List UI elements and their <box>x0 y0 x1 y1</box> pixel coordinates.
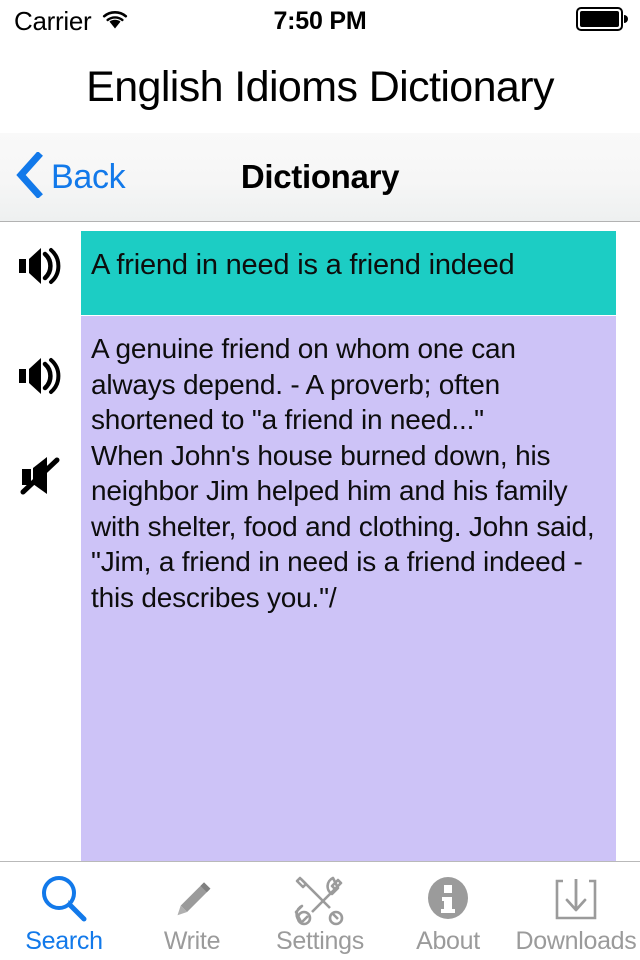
tab-settings[interactable]: Settings <box>256 862 384 960</box>
speak-definition-button[interactable] <box>11 350 73 406</box>
tab-settings-label: Settings <box>276 927 364 955</box>
mute-button[interactable] <box>11 450 73 506</box>
navigation-bar: Back Dictionary <box>0 133 640 222</box>
dictionary-entry: A friend in need is a friend indeed A ge… <box>0 222 640 960</box>
tab-about-label: About <box>416 927 480 955</box>
page-title: Dictionary <box>240 158 400 195</box>
idiom-headword: A friend in need is a friend indeed <box>91 249 515 281</box>
info-circle-icon <box>421 871 475 929</box>
tab-about[interactable]: About <box>384 862 512 960</box>
speaker-on-icon <box>17 355 67 402</box>
tab-bar: Search Write Settings About Downloads <box>0 861 640 960</box>
tab-write-label: Write <box>163 927 221 955</box>
pencil-icon <box>165 871 219 929</box>
speaker-on-icon <box>17 245 67 292</box>
speak-idiom-button[interactable] <box>11 240 73 296</box>
status-bar: Carrier 7:50 PM <box>0 0 640 42</box>
tab-search[interactable]: Search <box>0 862 128 960</box>
magnifier-icon <box>37 871 91 929</box>
tools-icon <box>292 871 348 929</box>
status-bar-time: 7:50 PM <box>273 6 367 35</box>
app-title: English Idioms Dictionary <box>0 42 640 133</box>
status-bar-right <box>576 6 628 36</box>
download-icon <box>549 871 603 929</box>
audio-control-column <box>0 222 81 861</box>
battery-full-icon <box>576 6 628 36</box>
tab-downloads[interactable]: Downloads <box>512 862 640 960</box>
tab-downloads-label: Downloads <box>515 927 637 955</box>
idiom-definition: A genuine friend on whom one can always … <box>91 333 595 613</box>
tab-search-label: Search <box>25 927 103 955</box>
app-screen: Carrier 7:50 PM English Idioms Dictionar… <box>0 0 640 960</box>
speaker-muted-icon <box>17 454 67 503</box>
idiom-headword-block[interactable]: A friend in need is a friend indeed <box>81 231 616 315</box>
tab-write[interactable]: Write <box>128 862 256 960</box>
